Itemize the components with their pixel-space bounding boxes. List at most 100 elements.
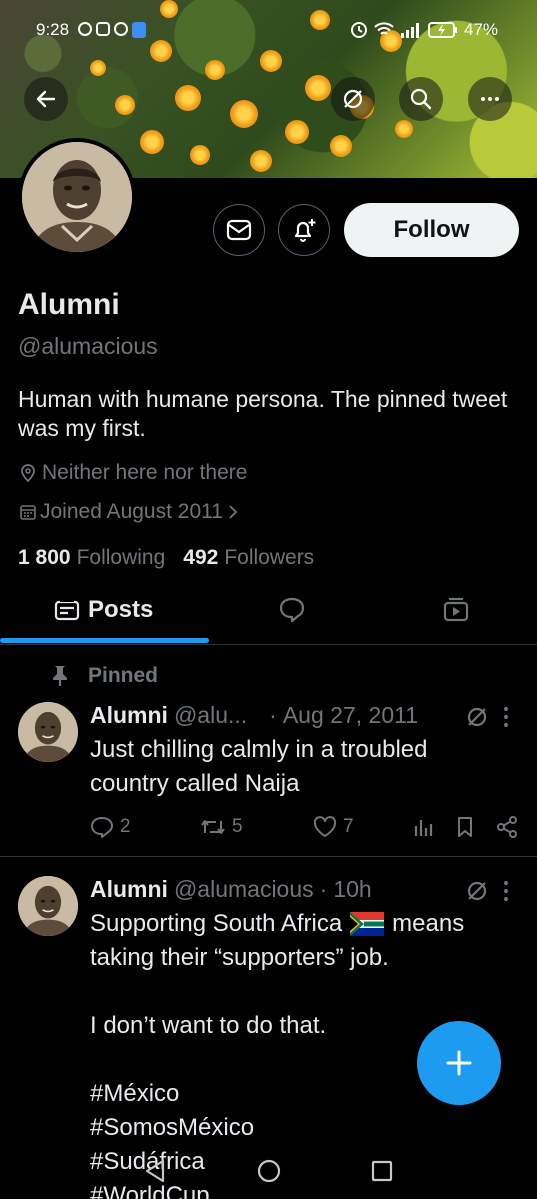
alarm-icon <box>351 22 367 38</box>
hashtag-link[interactable]: #México <box>90 1077 179 1111</box>
status-time: 9:28 <box>36 20 70 39</box>
wifi-icon <box>374 22 394 35</box>
avatar-portrait <box>22 142 132 252</box>
views-chart-icon <box>414 820 433 836</box>
active-tab-indicator <box>0 638 209 643</box>
joined-text: Joined August 2011 <box>40 500 223 523</box>
tab-media[interactable] <box>442 590 470 630</box>
location-pin-icon <box>21 464 35 482</box>
reply-button[interactable]: 2 <box>90 816 131 838</box>
more-vertical-icon <box>504 881 508 901</box>
circle-home-icon <box>257 1159 281 1183</box>
grok-icon <box>467 881 487 901</box>
tweet-text-line: I don’t want to do that. <box>90 1012 327 1039</box>
nav-recents-button[interactable] <box>370 1159 394 1188</box>
tweet-text-line: Supporting South Africa means <box>90 907 464 941</box>
profile-bio: Human with humane persona. The pinned tw… <box>18 386 508 441</box>
back-arrow-icon <box>36 90 56 108</box>
heart-icon <box>313 816 337 837</box>
triangle-back-icon <box>145 1159 165 1183</box>
tweet-timestamp[interactable]: 10h <box>333 876 371 903</box>
bell-plus-icon <box>294 219 316 242</box>
avatar-portrait <box>18 702 78 762</box>
followers-label: Followers <box>224 546 315 569</box>
tweet-author-name[interactable]: Alumni <box>90 702 168 729</box>
retweet-icon <box>201 820 225 834</box>
like-count: 7 <box>343 816 354 837</box>
tweet-text-segment: Supporting South Africa <box>90 910 343 937</box>
avatar-portrait <box>18 876 78 936</box>
more-options-button[interactable] <box>468 77 512 121</box>
tweet-text-line: taking their “supporters” job. <box>90 944 389 971</box>
pin-icon <box>53 666 67 686</box>
share-icon <box>497 816 517 838</box>
tweet-more-button[interactable] <box>500 706 512 733</box>
tweet-text-segment: means <box>392 910 465 937</box>
search-icon <box>410 88 432 110</box>
back-button[interactable] <box>24 77 68 121</box>
nav-back-button[interactable] <box>143 1158 167 1189</box>
reply-count: 2 <box>120 816 131 837</box>
tweet-author-handle[interactable]: @alumacious <box>174 876 314 903</box>
profile-handle: @alumacious <box>18 333 158 359</box>
profile-name: Alumni <box>18 288 120 321</box>
notifications-button[interactable] <box>278 204 330 256</box>
following-count: 1 800 <box>18 546 71 569</box>
signal-icon <box>401 23 419 38</box>
bookmark-button[interactable] <box>455 816 475 838</box>
pinned-text: Pinned <box>88 664 159 687</box>
battery-icon <box>428 22 457 38</box>
south-africa-flag-icon <box>350 912 385 936</box>
following-label: Following <box>76 546 166 569</box>
tweet-author-handle[interactable]: @alu... <box>174 702 247 729</box>
bookmark-icon <box>458 817 472 837</box>
message-button[interactable] <box>213 204 265 256</box>
views-button[interactable] <box>413 816 435 838</box>
tweet-header: Alumni @alumacious · 10h <box>90 876 372 903</box>
compose-post-button[interactable] <box>417 1021 501 1105</box>
chevron-right-icon <box>229 505 238 519</box>
tweet-avatar[interactable] <box>18 876 78 936</box>
tweet-text-line: country called Naija <box>90 770 300 797</box>
followers-link[interactable]: 492 Followers <box>183 546 314 570</box>
tab-replies[interactable] <box>278 590 306 630</box>
grok-icon <box>467 707 487 727</box>
followers-count: 492 <box>183 546 219 569</box>
more-vertical-icon <box>504 707 508 727</box>
posts-tab-icon <box>54 599 80 621</box>
profile-location: Neither here nor there <box>20 461 247 485</box>
profile-avatar[interactable] <box>18 138 136 256</box>
tweet-separator: · <box>319 876 328 902</box>
plus-icon <box>446 1050 472 1076</box>
tweet-grok-button[interactable] <box>465 879 489 908</box>
retweet-button[interactable]: 5 <box>200 816 243 838</box>
nav-home-button[interactable] <box>256 1158 282 1189</box>
more-icon <box>481 97 499 101</box>
status-system-icons: 47% <box>350 20 498 40</box>
like-button[interactable]: 7 <box>313 816 354 838</box>
hashtag-link[interactable]: #SomosMéxico <box>90 1111 254 1145</box>
follow-button[interactable]: Follow <box>344 203 519 257</box>
tweet-timestamp[interactable]: Aug 27, 2011 <box>283 702 418 729</box>
tweet-text-line: Just chilling calmly in a troubled <box>90 736 428 763</box>
battery-percent: 47% <box>464 20 499 39</box>
tweet-avatar[interactable] <box>18 702 78 762</box>
tab-posts-label: Posts <box>88 596 154 623</box>
location-text: Neither here nor there <box>42 461 248 484</box>
mail-icon <box>226 219 252 241</box>
tweet-author-name[interactable]: Alumni <box>90 876 168 903</box>
media-icon <box>443 597 469 622</box>
tweet-more-button[interactable] <box>500 880 512 907</box>
profile-joined[interactable]: Joined August 2011 <box>20 500 239 524</box>
following-link[interactable]: 1 800 Following <box>18 546 165 570</box>
tweet-grok-button[interactable] <box>465 705 489 734</box>
tweet-separator: · <box>269 702 277 728</box>
grok-button[interactable] <box>331 77 375 121</box>
tab-posts[interactable]: Posts <box>54 590 153 630</box>
status-notification-icons <box>78 22 146 38</box>
tweet-divider <box>0 856 537 857</box>
tabs-divider <box>0 644 537 645</box>
share-button[interactable] <box>495 816 519 838</box>
search-button[interactable] <box>399 77 443 121</box>
reply-icon <box>91 817 113 838</box>
